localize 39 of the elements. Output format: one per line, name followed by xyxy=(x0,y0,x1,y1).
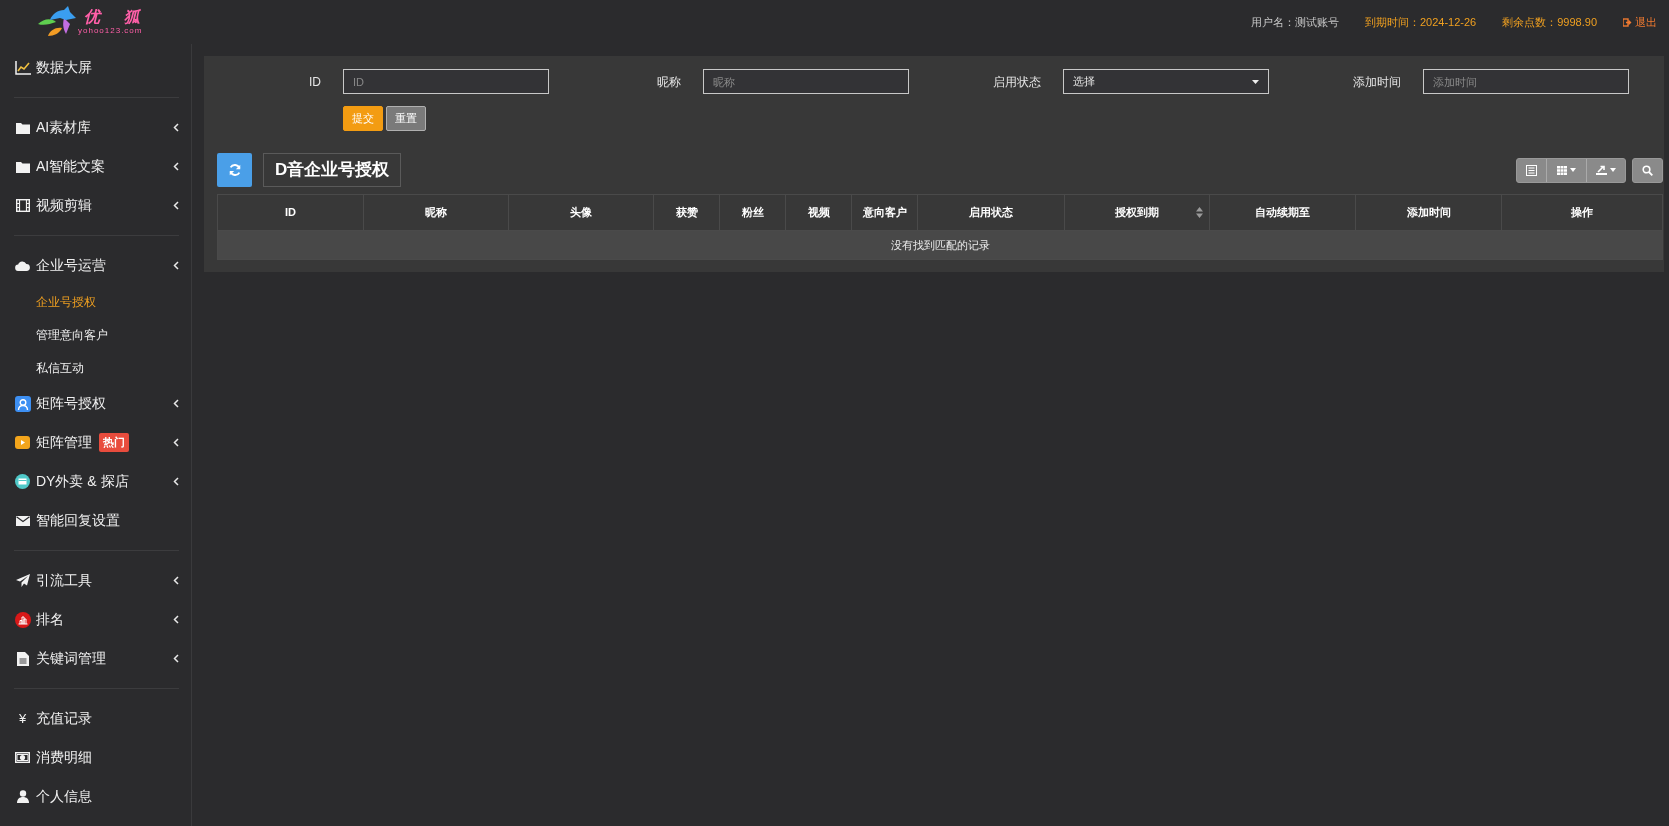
sidebar-item[interactable]: 排名 xyxy=(14,600,179,639)
sidebar-item[interactable]: 视频剪辑 xyxy=(14,186,179,225)
reset-button[interactable]: 重置 xyxy=(386,106,426,131)
field-label: 昵称 xyxy=(656,73,682,91)
input-field[interactable]: ID xyxy=(343,69,549,94)
empty-message: 没有找到匹配的记录 xyxy=(890,237,990,253)
sidebar-item[interactable]: 个人信息 xyxy=(14,777,179,816)
username-text: 用户名：测试账号 xyxy=(1250,14,1339,30)
sidebar-item[interactable]: 智能回复设置 xyxy=(14,501,179,540)
sidebar-item[interactable]: 矩阵管理 热门 xyxy=(14,423,179,462)
logout-link[interactable]: 退出 xyxy=(1623,13,1657,31)
sidebar-item[interactable]: 关键词管理 xyxy=(14,639,179,678)
points-text: 剩余点数：9998.90 xyxy=(1502,14,1597,30)
column-header[interactable]: ID xyxy=(218,195,363,230)
status-select[interactable]: 选择 xyxy=(1063,69,1269,94)
logo-text: 优 xyxy=(84,8,100,26)
sidebar-item[interactable]: 消费明细 xyxy=(14,738,179,777)
field-label: 添加时间 xyxy=(1352,73,1402,91)
hot-badge: 热门 xyxy=(99,433,129,452)
yen-icon: ¥ xyxy=(18,708,27,729)
logo-text: 狐 xyxy=(124,8,140,26)
sidebar-item[interactable]: 企业号运营 xyxy=(14,246,179,285)
submenu-item[interactable]: 企业号授权 xyxy=(14,285,179,318)
submenu-item[interactable]: 管理意向客户 xyxy=(14,318,179,351)
sidebar-item[interactable]: DY外卖 & 探店 xyxy=(14,462,179,501)
table-title: D音企业号授权 xyxy=(263,153,402,187)
submenu-item[interactable]: 私信互动 xyxy=(14,351,179,384)
sidebar-item[interactable]: AI素材库 xyxy=(14,108,179,147)
expiry-text: 到期时间：2024-12-26 xyxy=(1364,14,1477,30)
field-label: ID xyxy=(308,73,322,91)
sidebar-item[interactable]: 矩阵号授权 xyxy=(14,384,179,423)
logo-subtitle: yohoo123.com xyxy=(78,26,143,36)
sidebar-item[interactable]: AI智能文案 xyxy=(14,147,179,186)
sidebar-item[interactable]: 数据大屏 xyxy=(14,48,179,87)
field-label: 启用状态 xyxy=(992,73,1042,91)
input-field[interactable]: 昵称 xyxy=(703,69,909,94)
sidebar-item[interactable]: ¥ 充值记录 xyxy=(14,699,179,738)
input-field[interactable]: 添加时间 xyxy=(1423,69,1629,94)
sidebar-item[interactable]: 引流工具 xyxy=(14,561,179,600)
